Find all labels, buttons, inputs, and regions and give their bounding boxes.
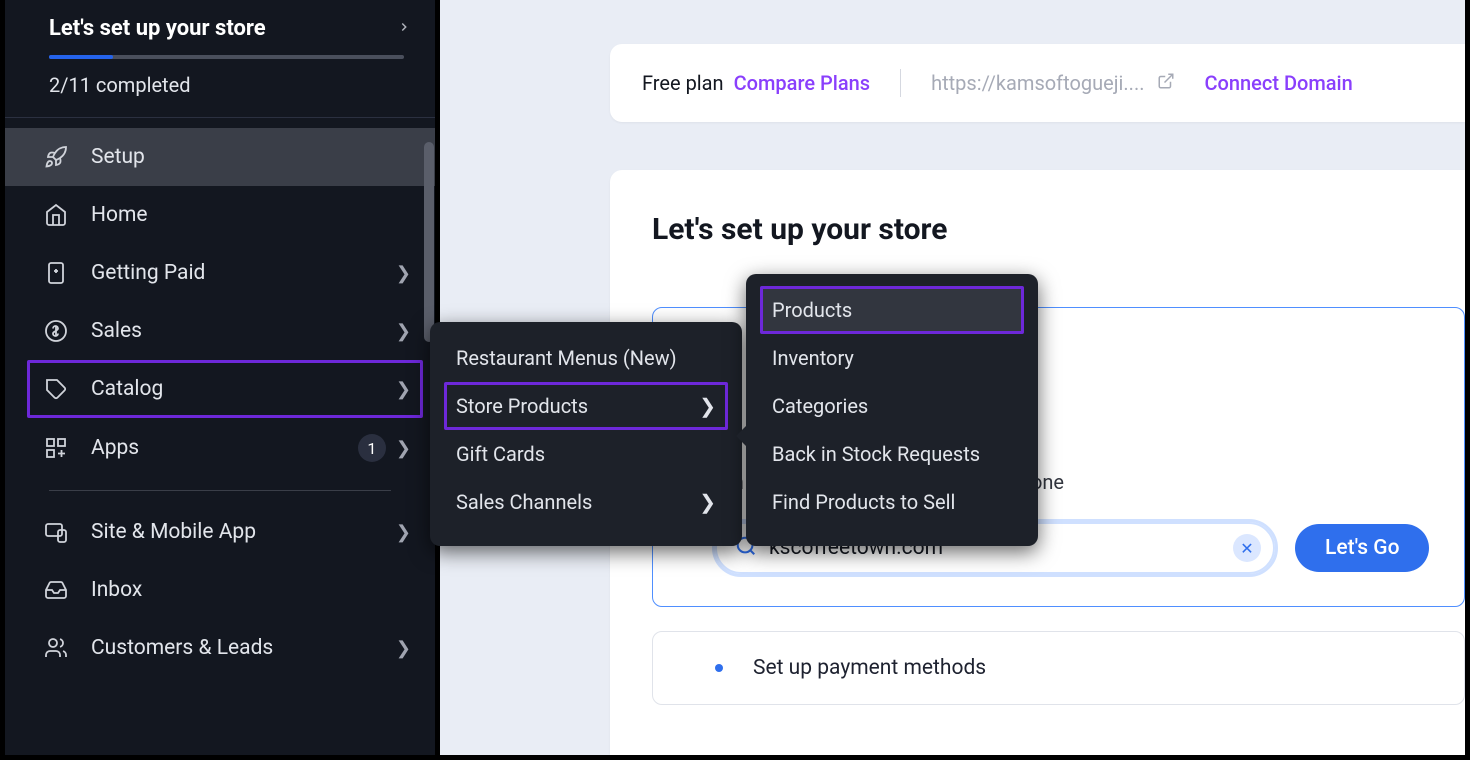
chevron-right-icon [397,19,411,38]
phone-money-icon [43,260,69,286]
panel-heading: Let's set up your store [652,212,1465,247]
sidebar-item-site-mobile[interactable]: Site & Mobile App ❯ [5,503,435,561]
dollar-circle-icon [43,318,69,344]
flyout-item-find-products[interactable]: Find Products to Sell [746,478,1038,526]
divider [49,490,391,491]
inbox-icon [43,577,69,603]
sidebar-item-inbox[interactable]: Inbox [5,561,435,619]
rocket-icon [43,144,69,170]
chevron-right-icon: ❯ [396,438,411,459]
nav-label: Home [91,203,411,227]
catalog-flyout: Restaurant Menus (New) Store Products ❯ … [430,322,742,546]
flyout-label: Products [772,298,852,322]
flyout-pointer [736,424,748,448]
flyout-label: Sales Channels [456,490,592,514]
nav-label: Customers & Leads [91,636,396,660]
flyout-label: Inventory [772,346,854,370]
scrollbar[interactable] [424,142,434,342]
site-url[interactable]: https://kamsoftogueji.... [931,71,1144,95]
flyout-label: Store Products [456,394,588,418]
progress-bar [49,55,404,59]
apps-badge: 1 [358,434,386,462]
sidebar-item-home[interactable]: Home [5,186,435,244]
flyout-item-restaurant-menus[interactable]: Restaurant Menus (New) [430,334,742,382]
flyout-item-inventory[interactable]: Inventory [746,334,1038,382]
chevron-right-icon: ❯ [396,379,411,400]
sidebar-item-sales[interactable]: Sales ❯ [5,302,435,360]
home-icon [43,202,69,228]
flyout-item-gift-cards[interactable]: Gift Cards [430,430,742,478]
sidebar-item-catalog[interactable]: Catalog ❯ [27,360,423,418]
payment-card[interactable]: Set up payment methods [652,631,1465,705]
compare-plans-link[interactable]: Compare Plans [734,71,870,95]
nav-label: Apps [91,436,358,460]
clear-icon[interactable]: ✕ [1233,534,1261,562]
nav-label: Getting Paid [91,261,396,285]
bullet-icon [715,664,723,672]
separator [900,69,901,97]
sidebar-item-getting-paid[interactable]: Getting Paid ❯ [5,244,435,302]
nav-label: Catalog [91,377,396,401]
sidebar-item-setup[interactable]: Setup [5,128,435,186]
nav-label: Site & Mobile App [91,520,396,544]
store-products-flyout: Products Inventory Categories Back in St… [746,274,1038,546]
progress-fill [49,55,113,59]
setup-header[interactable]: Let's set up your store 2/11 completed [5,0,435,118]
nav-label: Inbox [91,578,411,602]
flyout-label: Gift Cards [456,442,545,466]
chevron-right-icon: ❯ [396,321,411,342]
plan-label: Free plan [642,71,724,95]
progress-text: 2/11 completed [49,73,411,97]
connect-domain-link[interactable]: Connect Domain [1205,71,1353,95]
grid-plus-icon [43,435,69,461]
flyout-item-sales-channels[interactable]: Sales Channels ❯ [430,478,742,526]
chevron-right-icon: ❯ [396,638,411,659]
devices-icon [43,519,69,545]
sidebar: Let's set up your store 2/11 completed S… [5,0,435,755]
flyout-item-store-products[interactable]: Store Products ❯ [444,382,728,430]
chevron-right-icon: ❯ [396,522,411,543]
flyout-label: Categories [772,394,868,418]
tag-icon [43,376,69,402]
top-bar: Free plan Compare Plans https://kamsofto… [610,44,1465,122]
sidebar-item-customers[interactable]: Customers & Leads ❯ [5,619,435,677]
flyout-item-categories[interactable]: Categories [746,382,1038,430]
lets-go-button[interactable]: Let's Go [1295,524,1429,572]
nav-label: Setup [91,145,411,169]
chevron-right-icon: ❯ [396,263,411,284]
chevron-right-icon: ❯ [699,490,716,514]
flyout-item-products[interactable]: Products [760,286,1024,334]
flyout-label: Find Products to Sell [772,490,955,514]
setup-title: Let's set up your store [49,16,266,41]
nav-label: Sales [91,319,396,343]
sidebar-item-apps[interactable]: Apps 1 ❯ [5,418,435,478]
external-link-icon[interactable] [1157,71,1175,95]
flyout-label: Restaurant Menus (New) [456,346,677,370]
payment-label: Set up payment methods [753,656,986,680]
people-icon [43,635,69,661]
flyout-label: Back in Stock Requests [772,442,980,466]
nav: Setup Home Getting Paid ❯ Sales ❯ Catalo… [5,118,435,677]
chevron-right-icon: ❯ [699,394,716,418]
flyout-item-back-in-stock[interactable]: Back in Stock Requests [746,430,1038,478]
